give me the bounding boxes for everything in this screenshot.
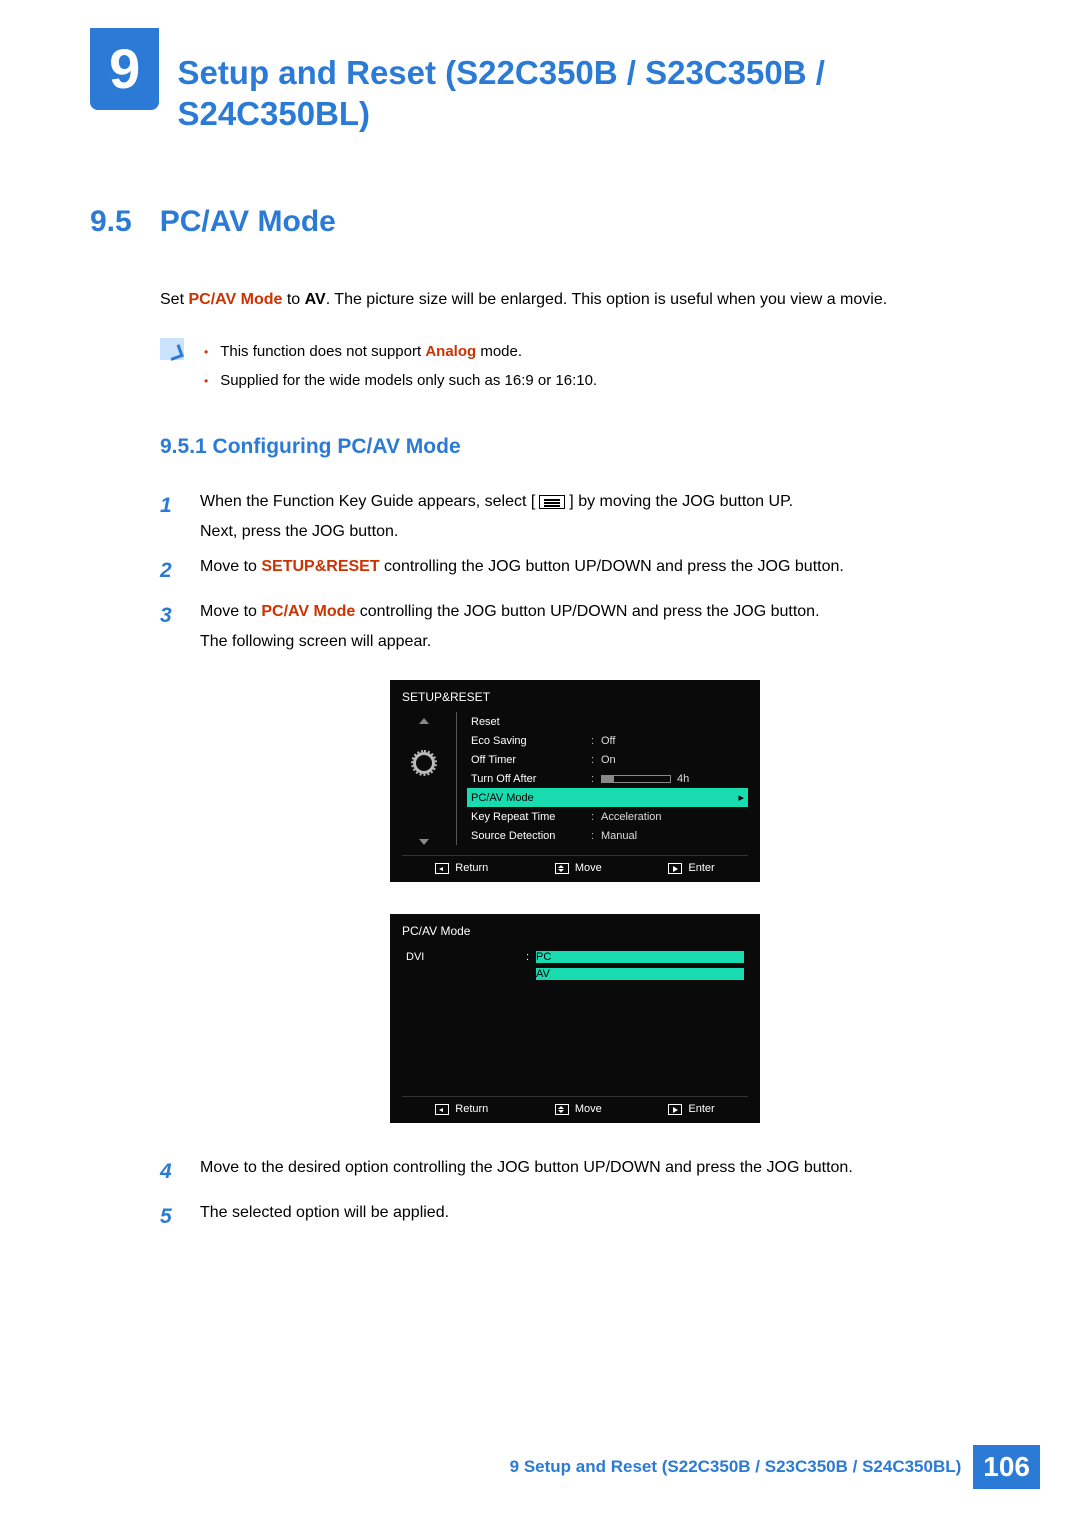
intro-text: . The picture size will be enlarged. Thi…	[326, 291, 887, 308]
footer-label: Enter	[688, 1103, 714, 1115]
osd-title: SETUP&RESET	[402, 690, 748, 712]
osd-submenu: DVI : PC AV	[402, 946, 748, 1086]
osd-row-dvi: DVI : PC	[402, 948, 748, 965]
menu-icon	[539, 495, 565, 509]
footer-label: Move	[575, 862, 602, 874]
move-key-icon	[555, 863, 569, 874]
step-5: 5 The selected option will be applied.	[160, 1198, 990, 1237]
step-keyword: PC/AV Mode	[261, 603, 355, 620]
footer-chapter-ref: 9 Setup and Reset (S22C350B / S23C350B /…	[510, 1457, 962, 1477]
note-text: This function does not support	[220, 343, 425, 360]
step-3: 3 Move to PC/AV Mode controlling the JOG…	[160, 597, 990, 656]
move-key-icon	[555, 1104, 569, 1115]
section-intro: Set PC/AV Mode to AV. The picture size w…	[160, 287, 990, 313]
note-list: •This function does not support Analog m…	[204, 338, 597, 395]
footer-label: Return	[455, 1103, 488, 1115]
footer-label: Move	[575, 1103, 602, 1115]
section-number: 9.5	[90, 205, 132, 239]
osd-row-turnoff: Turn Off After:4h	[467, 769, 748, 788]
step-text: Next, press the JOG button.	[200, 523, 398, 540]
step-text: The following screen will appear.	[200, 633, 431, 650]
return-key-icon	[435, 863, 449, 874]
chevron-right-icon: ▸	[738, 791, 744, 804]
intro-text: to	[282, 291, 304, 308]
section-title: PC/AV Mode	[160, 205, 336, 239]
intro-text: Set	[160, 291, 188, 308]
step-text: Move to	[200, 558, 261, 575]
step-1: 1 When the Function Key Guide appears, s…	[160, 487, 990, 546]
note-keyword: Analog	[425, 343, 476, 360]
arrow-up-icon	[419, 718, 429, 724]
step-keyword: SETUP&RESET	[261, 558, 379, 575]
osd-input-label: DVI	[406, 951, 526, 963]
osd-footer: Return Move Enter	[402, 1096, 748, 1115]
osd-menu-list: Reset Eco Saving:Off Off Timer:On Turn O…	[467, 712, 748, 845]
slider-bar	[601, 775, 671, 783]
note-icon	[160, 338, 184, 360]
return-key-icon	[435, 1104, 449, 1115]
enter-key-icon	[668, 863, 682, 874]
osd-footer: Return Move Enter	[402, 855, 748, 874]
step-text: Move to	[200, 603, 261, 620]
osd-row-reset: Reset	[467, 712, 748, 731]
note-text: Supplied for the wide models only such a…	[220, 367, 597, 396]
osd-row-eco: Eco Saving:Off	[467, 731, 748, 750]
intro-keyword: AV	[305, 291, 326, 308]
osd-row-pcav: PC/AV Mode▸	[467, 788, 748, 807]
gear-icon	[413, 752, 435, 774]
note-text: mode.	[476, 343, 522, 360]
osd-setup-reset: SETUP&RESET Reset Eco Saving:Off Off Tim…	[390, 680, 760, 882]
step-text: controlling the JOG button UP/DOWN and p…	[380, 558, 844, 575]
chapter-number-badge: 9	[90, 28, 159, 110]
step-text: The selected option will be applied.	[200, 1198, 449, 1237]
footer-label: Enter	[688, 862, 714, 874]
chapter-title: Setup and Reset (S22C350B / S23C350B / S…	[177, 52, 1020, 135]
osd-row-source: Source Detection:Manual	[467, 826, 748, 845]
osd-option-pc: PC	[536, 951, 744, 963]
osd-pcav-mode: PC/AV Mode DVI : PC AV	[390, 914, 760, 1123]
osd-row-keyrepeat: Key Repeat Time:Acceleration	[467, 807, 748, 826]
osd-row-av: AV	[402, 965, 748, 982]
intro-keyword: PC/AV Mode	[188, 291, 282, 308]
step-text: controlling the JOG button UP/DOWN and p…	[355, 603, 819, 620]
step-text: Move to the desired option controlling t…	[200, 1153, 853, 1192]
step-text: ] by moving the JOG button UP.	[569, 493, 793, 510]
osd-title: PC/AV Mode	[402, 924, 748, 946]
subsection-title: 9.5.1 Configuring PC/AV Mode	[160, 435, 990, 459]
arrow-down-icon	[419, 839, 429, 845]
step-4: 4 Move to the desired option controlling…	[160, 1153, 990, 1192]
step-2: 2 Move to SETUP&RESET controlling the JO…	[160, 552, 990, 591]
enter-key-icon	[668, 1104, 682, 1115]
page-number: 106	[973, 1445, 1040, 1489]
footer-label: Return	[455, 862, 488, 874]
step-text: When the Function Key Guide appears, sel…	[200, 493, 535, 510]
osd-option-av: AV	[536, 968, 744, 980]
osd-row-offtimer: Off Timer:On	[467, 750, 748, 769]
